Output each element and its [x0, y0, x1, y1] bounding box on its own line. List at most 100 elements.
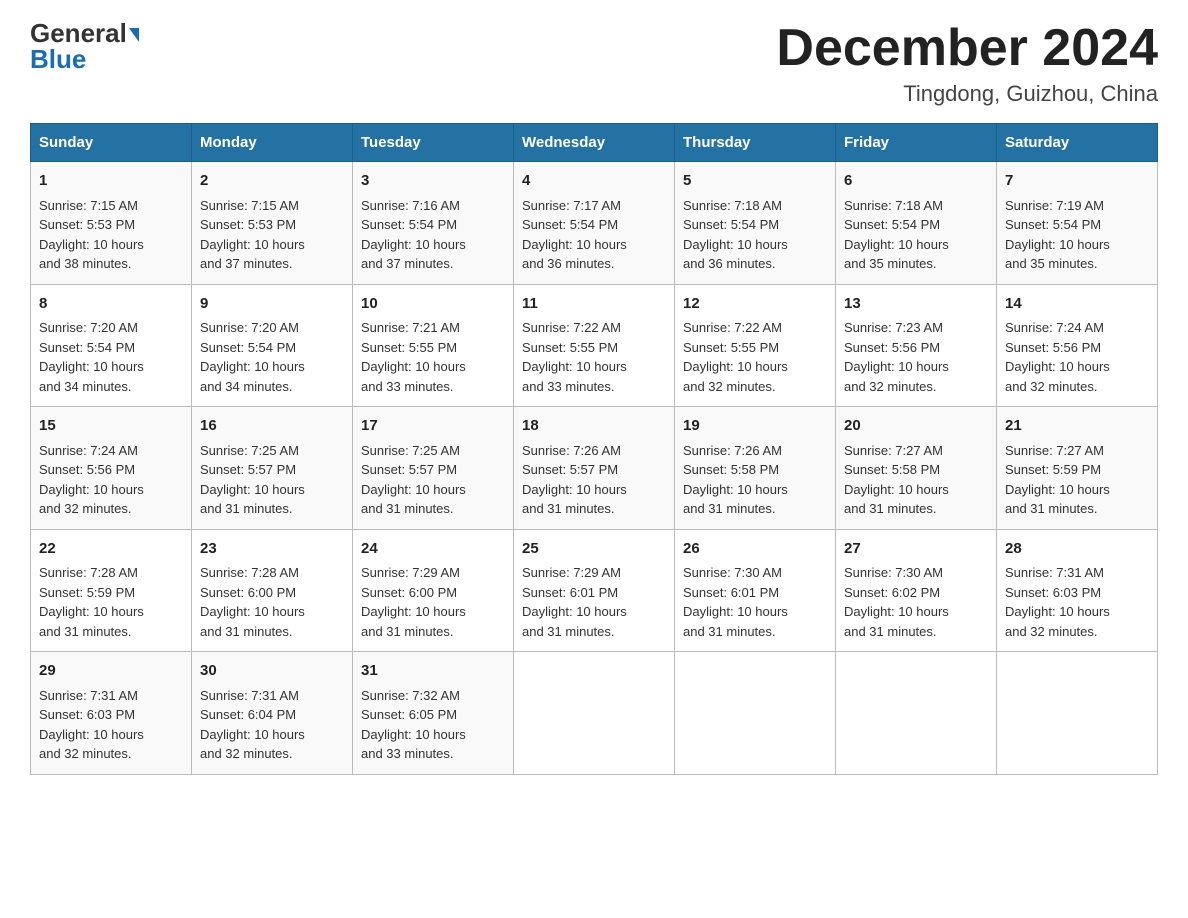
day-number: 7 — [1005, 170, 1149, 193]
day-info: Sunrise: 7:27 AMSunset: 5:58 PMDaylight:… — [844, 441, 988, 519]
day-info: Sunrise: 7:24 AMSunset: 5:56 PMDaylight:… — [39, 441, 183, 519]
day-number: 9 — [200, 293, 344, 316]
day-number: 1 — [39, 170, 183, 193]
week-row: 1 Sunrise: 7:15 AMSunset: 5:53 PMDaylight… — [31, 162, 1158, 285]
day-number: 22 — [39, 538, 183, 561]
day-info: Sunrise: 7:22 AMSunset: 5:55 PMDaylight:… — [522, 318, 666, 396]
day-number: 30 — [200, 660, 344, 683]
day-info: Sunrise: 7:18 AMSunset: 5:54 PMDaylight:… — [844, 196, 988, 274]
day-number: 6 — [844, 170, 988, 193]
header-day-saturday: Saturday — [997, 124, 1158, 162]
week-row: 15 Sunrise: 7:24 AMSunset: 5:56 PMDayligh… — [31, 407, 1158, 530]
calendar-cell: 30 Sunrise: 7:31 AMSunset: 6:04 PMDayligh… — [192, 652, 353, 775]
day-number: 26 — [683, 538, 827, 561]
day-number: 14 — [1005, 293, 1149, 316]
calendar-cell: 13Sunrise: 7:23 AMSunset: 5:56 PMDayligh… — [836, 284, 997, 407]
day-info: Sunrise: 7:19 AMSunset: 5:54 PMDaylight:… — [1005, 196, 1149, 274]
day-info: Sunrise: 7:20 AMSunset: 5:54 PMDaylight:… — [39, 318, 183, 396]
day-info: Sunrise: 7:15 AMSunset: 5:53 PMDaylight:… — [39, 196, 183, 274]
day-info: Sunrise: 7:18 AMSunset: 5:54 PMDaylight:… — [683, 196, 827, 274]
header-day-sunday: Sunday — [31, 124, 192, 162]
day-number: 11 — [522, 293, 666, 316]
page-header: General Blue December 2024 Tingdong, Gui… — [30, 20, 1158, 107]
day-info: Sunrise: 7:15 AMSunset: 5:53 PMDaylight:… — [200, 196, 344, 274]
day-number: 18 — [522, 415, 666, 438]
day-number: 15 — [39, 415, 183, 438]
day-number: 24 — [361, 538, 505, 561]
day-info: Sunrise: 7:23 AMSunset: 5:56 PMDaylight:… — [844, 318, 988, 396]
calendar-table: SundayMondayTuesdayWednesdayThursdayFrid… — [30, 123, 1158, 775]
day-info: Sunrise: 7:30 AMSunset: 6:01 PMDaylight:… — [683, 563, 827, 641]
day-number: 27 — [844, 538, 988, 561]
calendar-cell: 19 Sunrise: 7:26 AMSunset: 5:58 PMDayligh… — [675, 407, 836, 530]
calendar-cell: 8Sunrise: 7:20 AMSunset: 5:54 PMDaylight… — [31, 284, 192, 407]
day-number: 4 — [522, 170, 666, 193]
header-row: SundayMondayTuesdayWednesdayThursdayFrid… — [31, 124, 1158, 162]
day-number: 12 — [683, 293, 827, 316]
day-info: Sunrise: 7:22 AMSunset: 5:55 PMDaylight:… — [683, 318, 827, 396]
day-info: Sunrise: 7:31 AMSunset: 6:03 PMDaylight:… — [1005, 563, 1149, 641]
logo: General Blue — [30, 20, 139, 75]
day-number: 20 — [844, 415, 988, 438]
day-info: Sunrise: 7:28 AMSunset: 6:00 PMDaylight:… — [200, 563, 344, 641]
calendar-header: SundayMondayTuesdayWednesdayThursdayFrid… — [31, 124, 1158, 162]
calendar-cell: 21Sunrise: 7:27 AMSunset: 5:59 PMDayligh… — [997, 407, 1158, 530]
day-info: Sunrise: 7:27 AMSunset: 5:59 PMDaylight:… — [1005, 441, 1149, 519]
calendar-cell: 12Sunrise: 7:22 AMSunset: 5:55 PMDayligh… — [675, 284, 836, 407]
day-number: 16 — [200, 415, 344, 438]
week-row: 22Sunrise: 7:28 AMSunset: 5:59 PMDayligh… — [31, 529, 1158, 652]
day-info: Sunrise: 7:31 AMSunset: 6:04 PMDaylight:… — [200, 686, 344, 764]
month-title: December 2024 — [776, 20, 1158, 77]
calendar-cell: 4 Sunrise: 7:17 AMSunset: 5:54 PMDaylight… — [514, 162, 675, 285]
day-info: Sunrise: 7:21 AMSunset: 5:55 PMDaylight:… — [361, 318, 505, 396]
day-info: Sunrise: 7:26 AMSunset: 5:57 PMDaylight:… — [522, 441, 666, 519]
logo-general-text: General — [30, 20, 139, 46]
day-info: Sunrise: 7:26 AMSunset: 5:58 PMDaylight:… — [683, 441, 827, 519]
day-info: Sunrise: 7:29 AMSunset: 6:01 PMDaylight:… — [522, 563, 666, 641]
day-info: Sunrise: 7:32 AMSunset: 6:05 PMDaylight:… — [361, 686, 505, 764]
calendar-cell: 20 Sunrise: 7:27 AMSunset: 5:58 PMDayligh… — [836, 407, 997, 530]
day-number: 25 — [522, 538, 666, 561]
calendar-cell: 7 Sunrise: 7:19 AMSunset: 5:54 PMDaylight… — [997, 162, 1158, 285]
day-number: 10 — [361, 293, 505, 316]
location-title: Tingdong, Guizhou, China — [776, 81, 1158, 107]
day-number: 28 — [1005, 538, 1149, 561]
calendar-cell: 27Sunrise: 7:30 AMSunset: 6:02 PMDayligh… — [836, 529, 997, 652]
day-info: Sunrise: 7:29 AMSunset: 6:00 PMDaylight:… — [361, 563, 505, 641]
day-number: 3 — [361, 170, 505, 193]
calendar-cell: 25Sunrise: 7:29 AMSunset: 6:01 PMDayligh… — [514, 529, 675, 652]
calendar-cell: 10Sunrise: 7:21 AMSunset: 5:55 PMDayligh… — [353, 284, 514, 407]
calendar-cell: 28Sunrise: 7:31 AMSunset: 6:03 PMDayligh… — [997, 529, 1158, 652]
calendar-cell: 29Sunrise: 7:31 AMSunset: 6:03 PMDayligh… — [31, 652, 192, 775]
day-number: 13 — [844, 293, 988, 316]
calendar-cell — [836, 652, 997, 775]
calendar-cell: 14Sunrise: 7:24 AMSunset: 5:56 PMDayligh… — [997, 284, 1158, 407]
day-info: Sunrise: 7:24 AMSunset: 5:56 PMDaylight:… — [1005, 318, 1149, 396]
day-info: Sunrise: 7:25 AMSunset: 5:57 PMDaylight:… — [361, 441, 505, 519]
calendar-cell: 3 Sunrise: 7:16 AMSunset: 5:54 PMDaylight… — [353, 162, 514, 285]
calendar-cell: 11Sunrise: 7:22 AMSunset: 5:55 PMDayligh… — [514, 284, 675, 407]
calendar-cell: 15 Sunrise: 7:24 AMSunset: 5:56 PMDayligh… — [31, 407, 192, 530]
calendar-cell — [514, 652, 675, 775]
calendar-cell — [997, 652, 1158, 775]
day-number: 2 — [200, 170, 344, 193]
logo-blue-text: Blue — [30, 44, 86, 75]
day-info: Sunrise: 7:17 AMSunset: 5:54 PMDaylight:… — [522, 196, 666, 274]
day-info: Sunrise: 7:16 AMSunset: 5:54 PMDaylight:… — [361, 196, 505, 274]
day-number: 31 — [361, 660, 505, 683]
header-day-thursday: Thursday — [675, 124, 836, 162]
calendar-cell: 31 Sunrise: 7:32 AMSunset: 6:05 PMDayligh… — [353, 652, 514, 775]
day-info: Sunrise: 7:20 AMSunset: 5:54 PMDaylight:… — [200, 318, 344, 396]
title-block: December 2024 Tingdong, Guizhou, China — [776, 20, 1158, 107]
day-number: 5 — [683, 170, 827, 193]
day-info: Sunrise: 7:31 AMSunset: 6:03 PMDaylight:… — [39, 686, 183, 764]
calendar-cell — [675, 652, 836, 775]
calendar-cell: 24Sunrise: 7:29 AMSunset: 6:00 PMDayligh… — [353, 529, 514, 652]
header-day-friday: Friday — [836, 124, 997, 162]
calendar-cell: 5 Sunrise: 7:18 AMSunset: 5:54 PMDaylight… — [675, 162, 836, 285]
day-number: 19 — [683, 415, 827, 438]
calendar-cell: 22Sunrise: 7:28 AMSunset: 5:59 PMDayligh… — [31, 529, 192, 652]
calendar-cell: 23Sunrise: 7:28 AMSunset: 6:00 PMDayligh… — [192, 529, 353, 652]
calendar-cell: 16Sunrise: 7:25 AMSunset: 5:57 PMDayligh… — [192, 407, 353, 530]
calendar-cell: 6 Sunrise: 7:18 AMSunset: 5:54 PMDaylight… — [836, 162, 997, 285]
